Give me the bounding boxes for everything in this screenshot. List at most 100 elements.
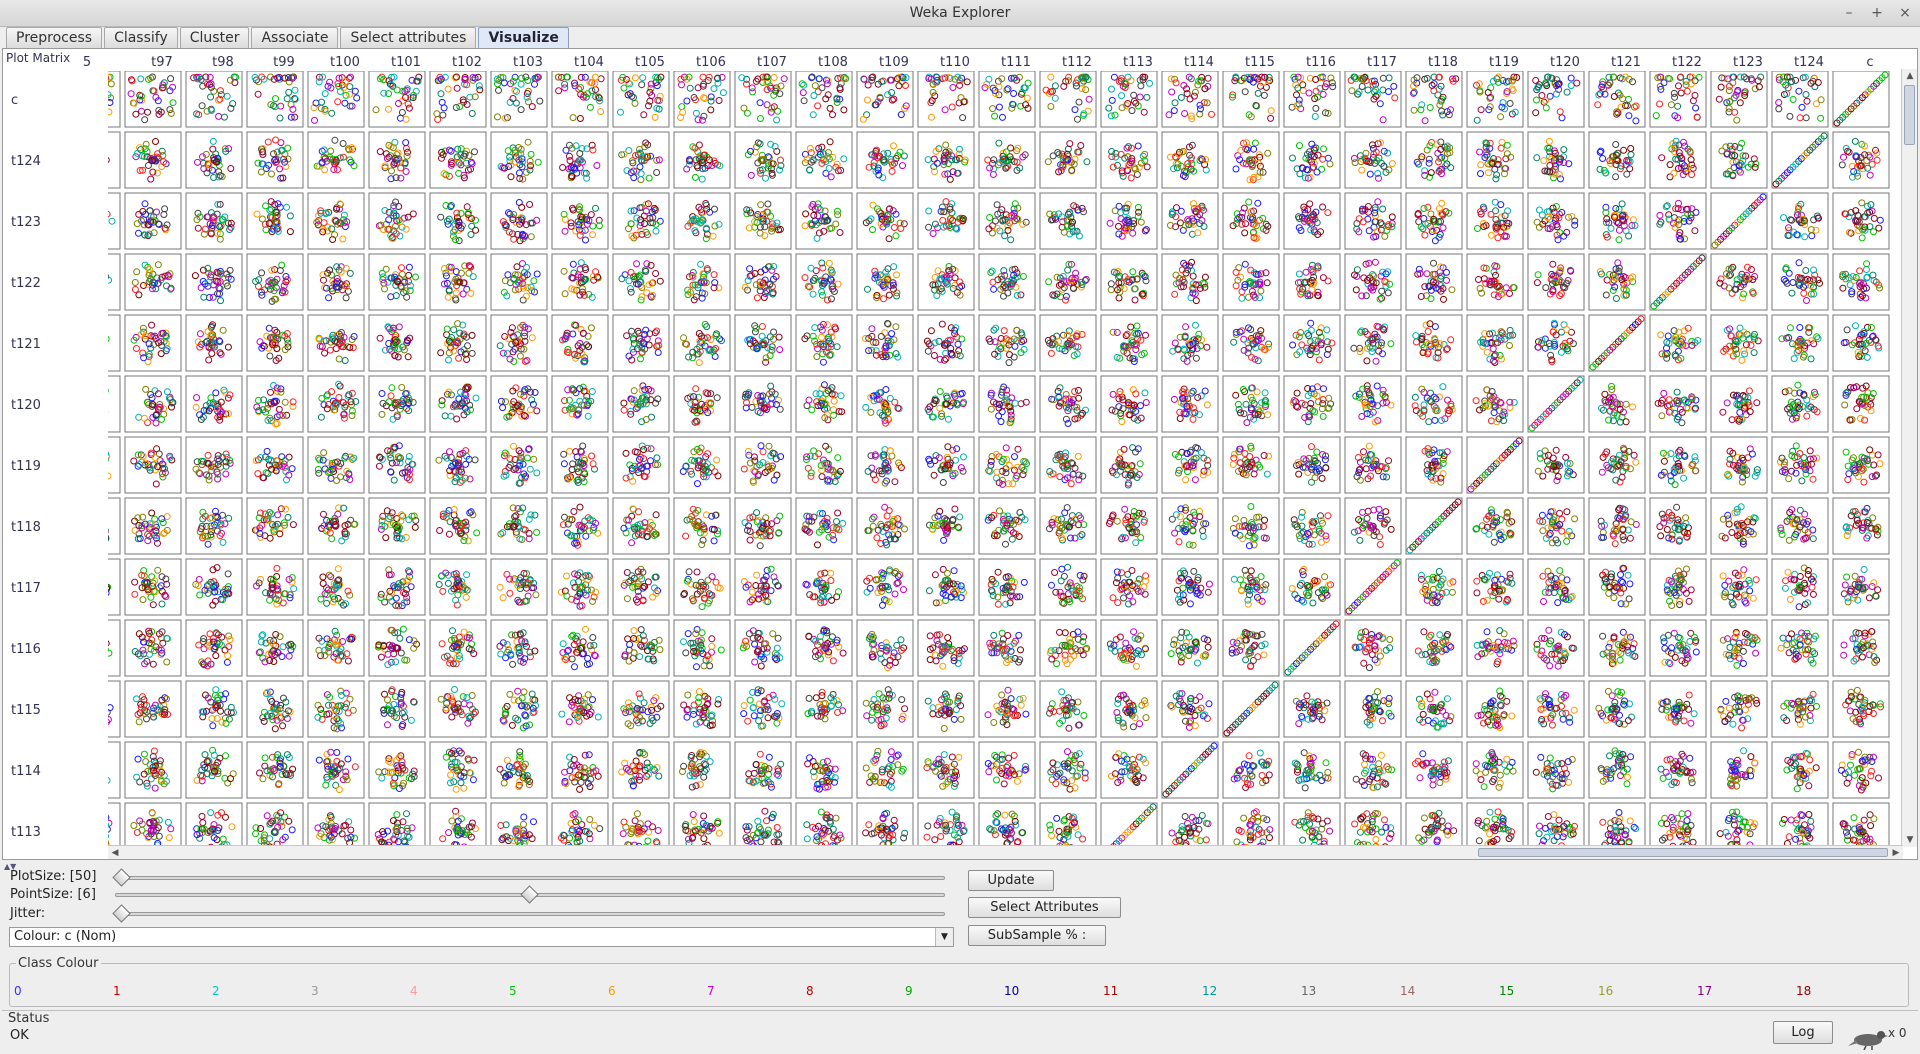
scatter-cell[interactable]	[307, 436, 365, 494]
scatter-cell[interactable]	[1039, 131, 1097, 189]
scatter-cell[interactable]	[490, 375, 548, 433]
scatter-cell[interactable]	[673, 619, 731, 677]
scatter-cell[interactable]	[185, 375, 243, 433]
scatter-cell[interactable]	[856, 375, 914, 433]
scatter-cell[interactable]	[612, 314, 670, 372]
subsample-button[interactable]: SubSample % :	[968, 925, 1106, 946]
scatter-cell[interactable]	[856, 436, 914, 494]
scatter-cell[interactable]	[734, 741, 792, 799]
scatter-cell[interactable]	[551, 680, 609, 738]
scatter-cell[interactable]	[917, 680, 975, 738]
scatter-cell[interactable]	[795, 558, 853, 616]
scatter-cell[interactable]	[1161, 314, 1219, 372]
scatter-cell[interactable]	[673, 192, 731, 250]
scatter-cell[interactable]	[307, 619, 365, 677]
scatter-cell[interactable]	[124, 253, 182, 311]
horizontal-scrollbar[interactable]: ◀ ▶	[108, 845, 1903, 859]
scatter-cell[interactable]	[429, 680, 487, 738]
scatter-cell[interactable]	[1832, 314, 1890, 372]
log-button[interactable]: Log	[1773, 1021, 1833, 1044]
scatter-cell[interactable]	[1832, 558, 1890, 616]
scroll-left-icon[interactable]: ◀	[108, 846, 122, 860]
scatter-cell[interactable]	[551, 192, 609, 250]
class-colour-value-13[interactable]: 13	[1301, 984, 1316, 998]
scatter-cell[interactable]	[1039, 375, 1097, 433]
scatter-cell[interactable]	[1588, 253, 1646, 311]
scatter-cell[interactable]	[124, 497, 182, 555]
scatter-cell[interactable]	[673, 802, 731, 846]
scroll-up-icon[interactable]: ▲	[1902, 69, 1918, 83]
scatter-cell[interactable]	[1832, 192, 1890, 250]
scatter-cell[interactable]	[673, 497, 731, 555]
scatter-cell[interactable]	[795, 680, 853, 738]
scatter-cell[interactable]	[1344, 497, 1402, 555]
scatter-cell[interactable]	[612, 375, 670, 433]
scatter-cell[interactable]	[368, 314, 426, 372]
scatter-cell[interactable]	[490, 192, 548, 250]
scatter-cell[interactable]	[1771, 192, 1829, 250]
scatter-cell[interactable]	[856, 619, 914, 677]
scatter-cell[interactable]	[1161, 619, 1219, 677]
scatter-cell[interactable]	[1405, 741, 1463, 799]
scatter-cell[interactable]	[1466, 619, 1524, 677]
scatter-cell[interactable]	[1100, 253, 1158, 311]
scatter-cell[interactable]	[856, 71, 914, 128]
scatter-cell[interactable]	[246, 71, 304, 128]
scatter-cell[interactable]	[368, 802, 426, 846]
scatter-cell[interactable]	[307, 375, 365, 433]
scatter-cell[interactable]	[673, 131, 731, 189]
scatter-cell[interactable]	[124, 71, 182, 128]
scatter-cell[interactable]	[1710, 741, 1768, 799]
scatter-cell[interactable]	[856, 192, 914, 250]
scatter-cell[interactable]	[734, 314, 792, 372]
horizontal-scroll-thumb[interactable]	[1478, 848, 1888, 857]
scatter-cell[interactable]	[1039, 497, 1097, 555]
scatter-cell[interactable]	[1039, 802, 1097, 846]
scatter-cell[interactable]	[246, 436, 304, 494]
scatter-cell[interactable]	[1100, 802, 1158, 846]
scatter-cell[interactable]	[307, 131, 365, 189]
class-colour-value-3[interactable]: 3	[311, 984, 319, 998]
scatter-cell[interactable]	[1710, 375, 1768, 433]
scatter-cell[interactable]	[978, 131, 1036, 189]
scatter-cell[interactable]	[368, 619, 426, 677]
class-colour-value-0[interactable]: 0	[14, 984, 22, 998]
scatter-cell[interactable]	[551, 253, 609, 311]
scatter-cell[interactable]	[1771, 619, 1829, 677]
class-colour-value-15[interactable]: 15	[1499, 984, 1514, 998]
scatter-cell[interactable]	[490, 497, 548, 555]
scatter-cell[interactable]	[1283, 375, 1341, 433]
scatter-cell[interactable]	[1527, 680, 1585, 738]
scatter-cell[interactable]	[1771, 497, 1829, 555]
tab-classify[interactable]: Classify	[104, 27, 178, 48]
scatter-cell[interactable]	[1405, 192, 1463, 250]
scatter-cell[interactable]	[1466, 497, 1524, 555]
scatter-cell[interactable]	[429, 802, 487, 846]
scatter-cell[interactable]	[551, 375, 609, 433]
scatter-cell[interactable]	[795, 802, 853, 846]
scatter-cell[interactable]	[1161, 497, 1219, 555]
class-colour-value-5[interactable]: 5	[509, 984, 517, 998]
scatter-cell[interactable]	[1100, 131, 1158, 189]
scatter-cell[interactable]	[734, 436, 792, 494]
scatter-cell[interactable]	[856, 497, 914, 555]
scatter-cell[interactable]	[108, 314, 121, 372]
scatter-cell[interactable]	[1710, 680, 1768, 738]
scatter-cell[interactable]	[978, 375, 1036, 433]
scatter-cell[interactable]	[1466, 314, 1524, 372]
scatter-cell[interactable]	[856, 131, 914, 189]
scatter-cell[interactable]	[1283, 802, 1341, 846]
scatter-cell[interactable]	[1161, 192, 1219, 250]
scatter-cell[interactable]	[246, 497, 304, 555]
scatter-cell[interactable]	[1649, 253, 1707, 311]
close-button[interactable]: ×	[1898, 0, 1912, 27]
scatter-cell[interactable]	[1283, 192, 1341, 250]
scatter-cell[interactable]	[185, 436, 243, 494]
scatter-cell[interactable]	[429, 497, 487, 555]
scatter-cell[interactable]	[1039, 741, 1097, 799]
scatter-cell[interactable]	[612, 497, 670, 555]
scatter-cell[interactable]	[1283, 71, 1341, 128]
scatter-cell[interactable]	[1466, 802, 1524, 846]
scatter-cell[interactable]	[1161, 741, 1219, 799]
scatter-cell[interactable]	[1100, 680, 1158, 738]
